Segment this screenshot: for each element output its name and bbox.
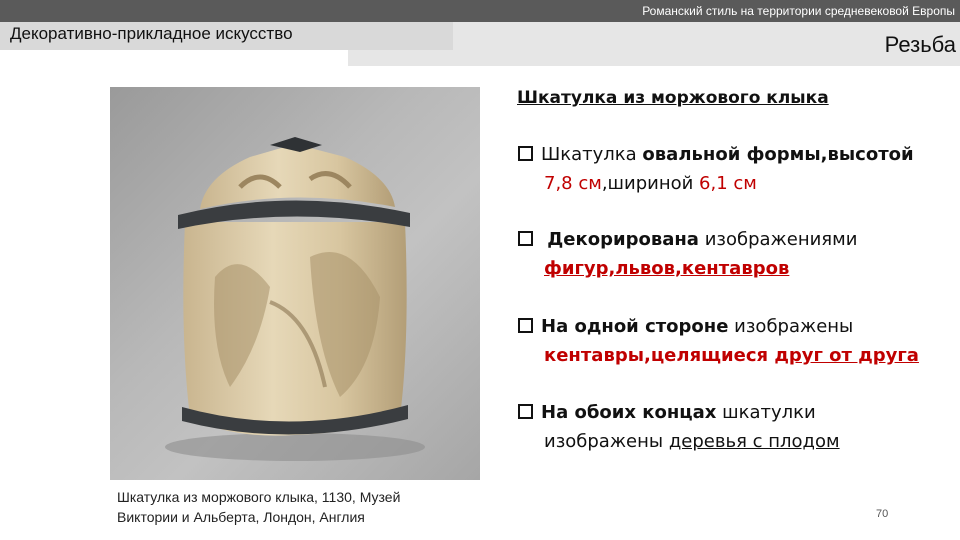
bullet-3-b: изображены xyxy=(728,316,854,337)
topic-title: Резьба xyxy=(884,32,956,57)
bullet-1-b: овальной формы,высотой xyxy=(642,144,914,165)
bullet-1-a: Шкатулка xyxy=(541,144,643,165)
bullet-3-c: кентавры,целящиеся xyxy=(544,345,775,366)
bullet-item-2: Декорирована изображениями фигур,львов,к… xyxy=(518,225,948,283)
bullet-1-d: ,шириной xyxy=(601,173,700,194)
bullet-4-b: шкатулки xyxy=(716,402,816,423)
bullet-4-c: изображены xyxy=(544,431,669,452)
bullet-1-e: 6,1 см xyxy=(699,173,757,194)
bullet-3-d: друг от друга xyxy=(774,345,919,366)
bullet-item-1: Шкатулка овальной формы,высотой 7,8 см,ш… xyxy=(518,140,948,198)
checkbox-bullet-icon xyxy=(518,318,533,333)
bullet-2-a: Декорирована xyxy=(541,229,699,250)
casket-illustration xyxy=(165,137,425,461)
bullet-1-c: 7,8 см xyxy=(544,173,602,194)
bullet-item-4: На обоих концах шкатулки изображены дере… xyxy=(518,398,948,456)
checkbox-bullet-icon xyxy=(518,146,533,161)
content-heading: Шкатулка из моржового клыка xyxy=(517,88,829,108)
page-number: 70 xyxy=(876,508,889,520)
bullet-item-3: На одной стороне изображены кентавры,цел… xyxy=(518,312,948,370)
bullet-4-d: деревья с плодом xyxy=(668,431,840,452)
bullet-2-c: фигур,львов,кентавров xyxy=(544,258,790,279)
casket-photo xyxy=(110,87,480,480)
caption-line-1: Шкатулка из моржового клыка, 1130, Музей xyxy=(117,489,401,505)
bullet-3-a: На одной стороне xyxy=(541,316,729,337)
section-title: Декоративно-прикладное искусство xyxy=(10,24,293,43)
checkbox-bullet-icon xyxy=(518,404,533,419)
bullet-2-b: изображениями xyxy=(698,229,858,250)
topic-bar-lower xyxy=(348,50,960,66)
checkbox-bullet-icon xyxy=(518,231,533,246)
photo-caption: Шкатулка из моржового клыка, 1130, Музей… xyxy=(117,487,497,527)
caption-line-2: Виктории и Альберта, Лондон, Англия xyxy=(117,509,365,525)
bullet-4-a: На обоих концах xyxy=(541,402,717,423)
slide-subtitle: Романский стиль на территории средневеко… xyxy=(642,4,955,18)
